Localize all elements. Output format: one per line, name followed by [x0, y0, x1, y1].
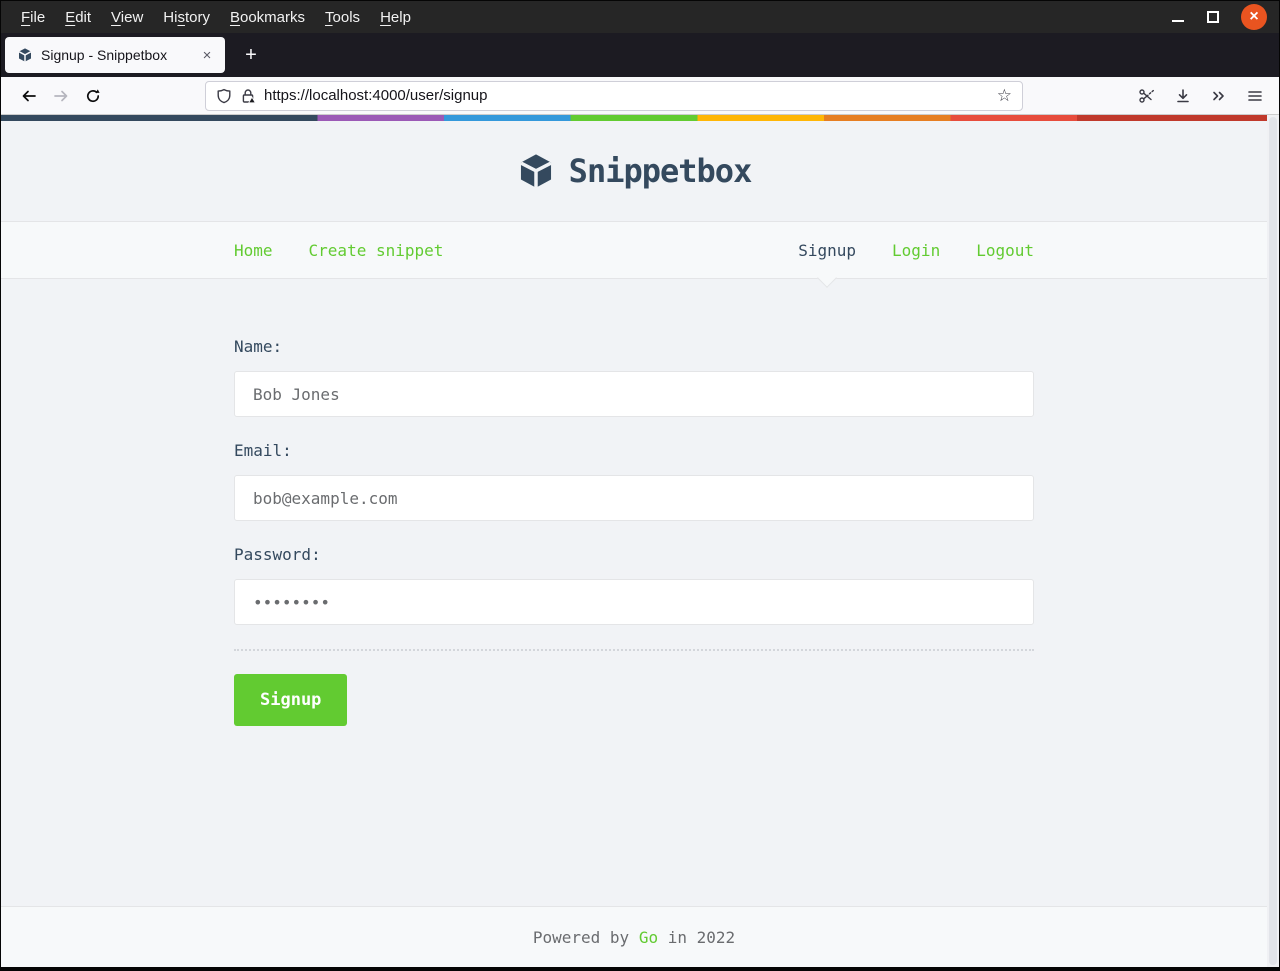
scrollbar-thumb[interactable] [1269, 117, 1277, 965]
nav-link-logout[interactable]: Logout [976, 241, 1034, 260]
email-field[interactable] [234, 475, 1034, 521]
menu-edit[interactable]: Edit [55, 1, 101, 33]
maximize-button[interactable] [1207, 11, 1219, 23]
screenshot-scissors-icon [1139, 88, 1155, 103]
menu-file[interactable]: File [11, 1, 55, 33]
password-label: Password: [234, 545, 321, 564]
nav-right: Signup Login Logout [798, 241, 1034, 288]
page-title: Snippetbox [568, 152, 753, 190]
connection-lock-warning-icon[interactable] [240, 88, 256, 104]
snippetbox-logo-icon [517, 151, 555, 191]
email-label: Email: [234, 441, 292, 460]
new-tab-button[interactable]: + [235, 39, 267, 71]
minimize-button[interactable] [1171, 10, 1185, 24]
tab-close-icon[interactable]: × [195, 43, 219, 67]
double-chevron-icon [1213, 91, 1224, 100]
nav-left: Home Create snippet [234, 241, 443, 260]
app-menu-button[interactable] [1239, 81, 1271, 111]
back-button[interactable] [13, 81, 45, 111]
name-label: Name: [234, 337, 283, 356]
forward-button[interactable] [45, 81, 77, 111]
signup-button[interactable]: Signup [234, 674, 348, 726]
toolbar-right-icons [1131, 81, 1271, 111]
window-controls: × [1171, 4, 1279, 30]
close-button[interactable]: × [1241, 4, 1267, 30]
menu-bookmarks[interactable]: Bookmarks [220, 1, 315, 33]
site-nav: Home Create snippet Signup Login Logout [1, 221, 1267, 288]
download-icon [1177, 88, 1189, 102]
reload-icon [86, 88, 100, 102]
nav-link-login[interactable]: Login [892, 241, 940, 260]
tab-favicon-snippetbox-icon [17, 47, 33, 63]
menu-help[interactable]: Help [370, 1, 421, 33]
tab-signup-snippetbox[interactable]: Signup - Snippetbox × [5, 37, 225, 73]
overflow-button[interactable] [1203, 81, 1235, 111]
url-bar[interactable]: https://localhost:4000/user/signup ☆ [205, 80, 1023, 111]
menu-view[interactable]: View [101, 1, 153, 33]
signup-form-area: Name: Email: Password: Signup [234, 279, 1034, 906]
brand-link[interactable]: Snippetbox [517, 151, 752, 191]
reload-button[interactable] [77, 81, 109, 111]
forward-icon [54, 90, 68, 101]
site-footer: Powered by Go in 2022 [1, 906, 1267, 967]
snippetbox-page: Snippetbox Home Create snippet Signup Lo… [1, 115, 1267, 967]
menubar: File Edit View History Bookmarks Tools H… [1, 1, 1279, 33]
signup-form: Name: Email: Password: Signup [234, 337, 1034, 726]
footer-text: Powered by Go in 2022 [532, 927, 736, 947]
site-header: Snippetbox [1, 121, 1267, 221]
page-viewport: Snippetbox Home Create snippet Signup Lo… [1, 115, 1279, 967]
bookmark-star-icon[interactable]: ☆ [993, 86, 1016, 106]
menu-tools[interactable]: Tools [315, 1, 370, 33]
screenshot-button[interactable] [1131, 81, 1163, 111]
downloads-button[interactable] [1167, 81, 1199, 111]
go-link[interactable]: Go [639, 928, 658, 947]
close-icon: × [1249, 8, 1259, 25]
plus-icon: + [245, 43, 257, 66]
hamburger-menu-icon [1248, 90, 1262, 101]
menu-history[interactable]: History [153, 1, 220, 33]
tab-bar: Signup - Snippetbox × + [1, 33, 1279, 77]
nav-link-signup[interactable]: Signup [798, 241, 856, 288]
nav-link-home[interactable]: Home [234, 241, 273, 260]
browser-window: File Edit View History Bookmarks Tools H… [0, 0, 1280, 971]
nav-link-create-snippet[interactable]: Create snippet [309, 241, 444, 260]
password-field[interactable] [234, 579, 1034, 625]
back-icon [22, 90, 36, 101]
tracking-shield-icon[interactable] [216, 88, 232, 104]
url-text[interactable]: https://localhost:4000/user/signup [264, 87, 985, 104]
name-field[interactable] [234, 371, 1034, 417]
navigation-toolbar: https://localhost:4000/user/signup ☆ [1, 77, 1279, 115]
tab-title: Signup - Snippetbox [41, 47, 168, 63]
form-divider [234, 649, 1034, 651]
page-scrollbar[interactable] [1267, 115, 1279, 967]
